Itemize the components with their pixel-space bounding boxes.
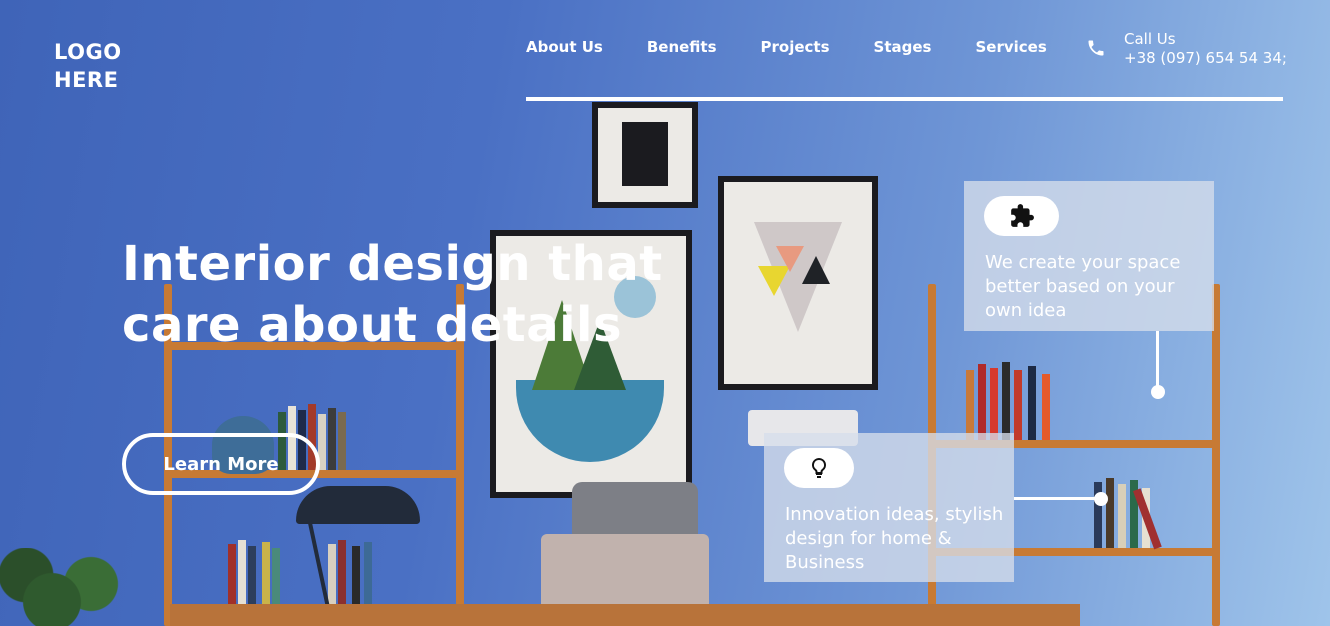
phone-icon bbox=[1088, 40, 1104, 56]
card-text: We create your space better based on you… bbox=[985, 252, 1181, 321]
books bbox=[228, 540, 388, 606]
chair bbox=[572, 482, 698, 538]
hotspot-dot[interactable] bbox=[1094, 492, 1108, 506]
desk bbox=[170, 604, 1080, 626]
nav-projects[interactable]: Projects bbox=[761, 38, 830, 60]
logo-line2: HERE bbox=[54, 68, 119, 92]
desk-lamp bbox=[296, 486, 420, 524]
phone-number[interactable]: +38 (097) 654 54 34; bbox=[1124, 49, 1287, 68]
info-card-innovation: Innovation ideas, stylish design for hom… bbox=[764, 433, 1014, 582]
books bbox=[966, 362, 1062, 440]
hotspot-dot[interactable] bbox=[1151, 385, 1165, 399]
logo-line1: LOGO bbox=[54, 40, 122, 64]
books bbox=[1094, 478, 1184, 550]
puzzle-icon bbox=[1010, 204, 1034, 227]
call-us[interactable]: Call Us +38 (097) 654 54 34; bbox=[1086, 30, 1287, 68]
info-card-idea: We create your space better based on you… bbox=[964, 181, 1214, 331]
plant bbox=[0, 548, 130, 626]
nav-stages[interactable]: Stages bbox=[874, 38, 932, 60]
card-text: Innovation ideas, stylish design for hom… bbox=[785, 504, 1004, 573]
icon-pill bbox=[784, 448, 854, 488]
logo[interactable]: LOGO HERE bbox=[54, 38, 122, 94]
nav-services[interactable]: Services bbox=[975, 38, 1046, 60]
nav-about-us[interactable]: About Us bbox=[526, 38, 603, 60]
nav-underline bbox=[526, 97, 1283, 101]
nav-benefits[interactable]: Benefits bbox=[647, 38, 717, 60]
lightbulb-icon bbox=[811, 457, 827, 478]
wall-frame bbox=[592, 102, 698, 208]
call-label: Call Us bbox=[1124, 30, 1176, 48]
connector-line bbox=[1014, 497, 1102, 500]
connector-line bbox=[1156, 331, 1159, 391]
right-shelf-post bbox=[1212, 284, 1220, 626]
learn-more-button[interactable]: Learn More bbox=[122, 433, 320, 495]
main-nav: About Us Benefits Projects Stages Servic… bbox=[526, 38, 1091, 60]
wall-frame bbox=[718, 176, 878, 390]
icon-pill bbox=[984, 196, 1059, 236]
hero-title: Interior design that care about details bbox=[122, 236, 663, 353]
